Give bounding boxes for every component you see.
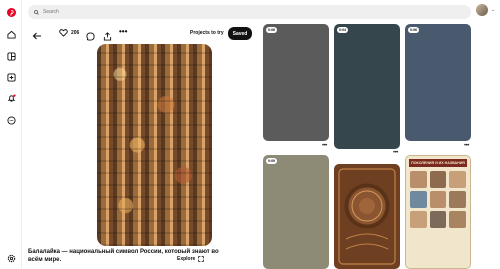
more-options-icon[interactable]: ••• (119, 27, 127, 36)
back-arrow-icon[interactable] (32, 28, 42, 46)
projects-to-try-button[interactable]: Projects to try (190, 30, 224, 36)
explore-label: Explore (177, 255, 196, 262)
explore-button[interactable]: Explore (173, 253, 209, 264)
more-options-icon[interactable]: ••• (322, 143, 327, 149)
more-options-icon[interactable]: ••• (464, 143, 469, 149)
pin-action-bar: 206 ••• Projects to try Saved (26, 24, 258, 44)
grid-pin-card[interactable]: 0:06 (405, 24, 471, 141)
top-bar: Search ⌄ (22, 0, 500, 24)
carved-pattern-image (338, 168, 396, 265)
grid-pin-card-poster[interactable]: ПОКОЛЕНИЯ И ИХ НАЗВАНИЯ (405, 155, 471, 269)
search-placeholder: Search (43, 9, 59, 15)
more-options-icon[interactable]: ••• (393, 150, 398, 156)
pin-image-balalaikas[interactable] (97, 44, 212, 246)
grid-pin-card-carved-wood[interactable] (334, 164, 400, 269)
poster-title: ПОКОЛЕНИЯ И ИХ НАЗВАНИЯ (409, 159, 467, 167)
video-duration-badge: 0:06 (408, 27, 420, 33)
pinterest-logo-icon[interactable] (5, 6, 17, 18)
saved-button[interactable]: Saved (228, 27, 252, 40)
pin-detail: 206 ••• Projects to try Saved Explore (26, 24, 258, 269)
heart-icon (59, 29, 68, 37)
grid-pin-card[interactable]: 0:09 (263, 155, 329, 269)
settings-icon[interactable] (5, 252, 17, 264)
search-input[interactable]: Search (28, 5, 471, 19)
like-count: 206 (71, 29, 80, 36)
chevron-down-icon[interactable]: ⌄ (491, 7, 495, 13)
search-icon (34, 9, 39, 15)
grid-pin-card[interactable]: 0:04 (334, 24, 400, 149)
grid-pin-card[interactable]: 0:06 (263, 24, 329, 141)
poster-portrait-grid (406, 167, 470, 232)
notifications-icon[interactable] (5, 92, 17, 104)
messages-icon[interactable] (5, 114, 17, 126)
visual-search-icon (198, 255, 205, 262)
avatar[interactable] (476, 4, 488, 16)
expand-icon[interactable] (220, 234, 232, 246)
create-icon[interactable] (5, 71, 17, 83)
video-duration-badge: 0:09 (266, 158, 278, 164)
sidebar (0, 0, 22, 269)
video-duration-badge: 0:06 (266, 27, 278, 33)
like-button[interactable]: 206 (59, 28, 79, 37)
comment-icon[interactable] (86, 28, 95, 46)
home-icon[interactable] (5, 28, 17, 40)
boards-icon[interactable] (5, 50, 17, 62)
video-duration-badge: 0:04 (337, 27, 349, 33)
